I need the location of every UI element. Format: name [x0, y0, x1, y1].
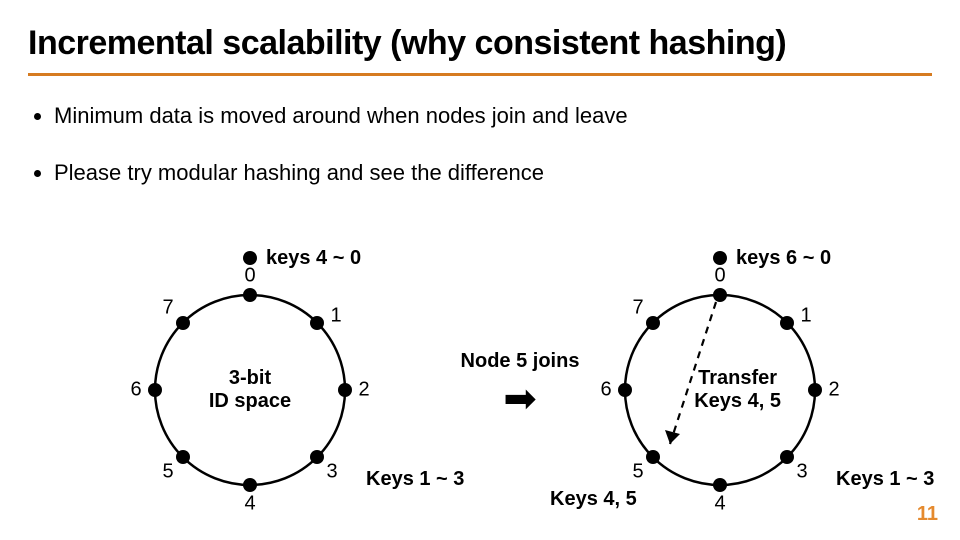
- ring-center-label: 3-bit ID space: [209, 367, 291, 413]
- ring-node-label: 5: [632, 461, 643, 484]
- callout-dot: [243, 251, 257, 265]
- ring-node-label: 2: [358, 379, 369, 402]
- ring-node-2: [808, 383, 822, 397]
- ring-node-label: 3: [796, 461, 807, 484]
- callout-bottom-right: Keys 4, 5: [550, 488, 637, 511]
- ring-node-label: 4: [244, 493, 255, 516]
- callout-top-left: keys 4 ~ 0: [266, 247, 361, 270]
- ring-node-label: 6: [600, 379, 611, 402]
- ring-center-label: Transfer Keys 4, 5: [694, 367, 781, 413]
- page-title: Incremental scalability (why consistent …: [28, 24, 932, 63]
- ring-node-label: 6: [130, 379, 141, 402]
- ring-node-label: 0: [244, 265, 255, 288]
- bullet-list: Minimum data is moved around when nodes …: [28, 102, 932, 187]
- ring-node-label: 7: [162, 297, 173, 320]
- ring-node-1: [780, 316, 794, 330]
- ring-node-0: [243, 288, 257, 302]
- ring-node-7: [176, 316, 190, 330]
- transfer-arrow-head: [665, 430, 680, 444]
- ring-node-label: 0: [714, 265, 725, 288]
- ring-node-label: 3: [326, 461, 337, 484]
- ring-node-5: [646, 450, 660, 464]
- callout-dot: [713, 251, 727, 265]
- ring-node-1: [310, 316, 324, 330]
- callout-side-left: Keys 1 ~ 3: [366, 468, 464, 491]
- ring-node-4: [713, 478, 727, 492]
- ring-node-label: 2: [828, 379, 839, 402]
- ring-node-4: [243, 478, 257, 492]
- ring-before: 3-bit ID space 0 1 2 3 4 5 6 7: [140, 280, 360, 500]
- ring-node-3: [310, 450, 324, 464]
- ring-node-6: [148, 383, 162, 397]
- callout-top-right: keys 6 ~ 0: [736, 247, 831, 270]
- callout-side-right: Keys 1 ~ 3: [836, 468, 934, 491]
- ring-after: Transfer Keys 4, 5 0 1 2 3 4 5 6 7: [610, 280, 830, 500]
- diagram-area: 3-bit ID space 0 1 2 3 4 5 6 7 keys 4 ~ …: [0, 230, 960, 530]
- bullet-item: Minimum data is moved around when nodes …: [54, 102, 932, 131]
- ring-node-label: 1: [800, 305, 811, 328]
- ring-node-label: 7: [632, 297, 643, 320]
- ring-node-label: 5: [162, 461, 173, 484]
- ring-node-6: [618, 383, 632, 397]
- ring-node-label: 4: [714, 493, 725, 516]
- title-rule: [28, 73, 932, 76]
- ring-node-label: 1: [330, 305, 341, 328]
- arrow-right-icon: ➡: [440, 379, 600, 419]
- ring-node-7: [646, 316, 660, 330]
- transition-block: Node 5 joins ➡: [440, 350, 600, 419]
- ring-node-3: [780, 450, 794, 464]
- ring-node-0: [713, 288, 727, 302]
- transition-caption: Node 5 joins: [440, 350, 600, 373]
- page-number: 11: [917, 503, 938, 526]
- bullet-item: Please try modular hashing and see the d…: [54, 159, 932, 188]
- ring-node-5: [176, 450, 190, 464]
- ring-node-2: [338, 383, 352, 397]
